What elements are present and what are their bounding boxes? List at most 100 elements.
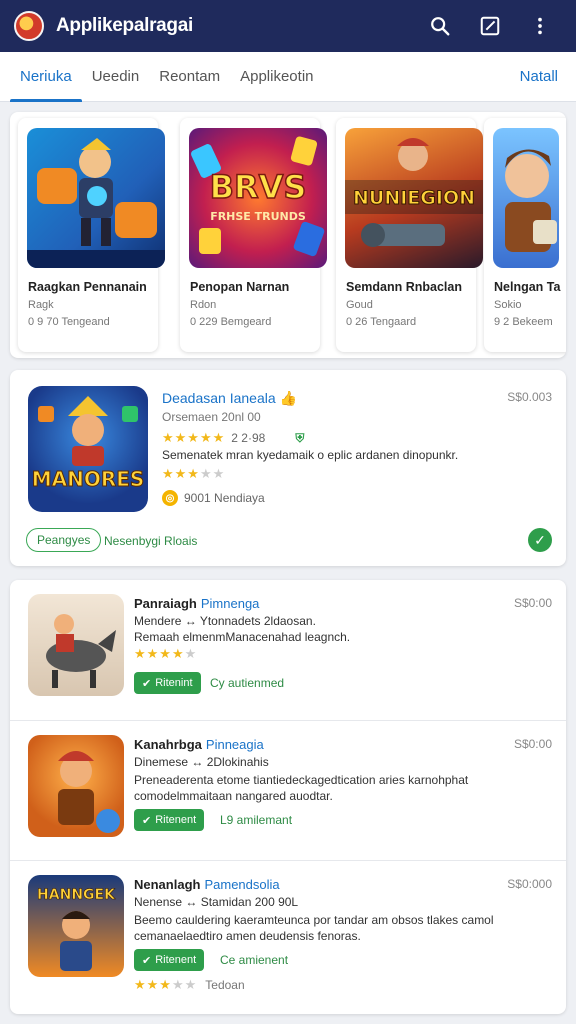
tab-apps[interactable]: Applikeotin <box>230 52 323 102</box>
check-icon: ✔ <box>142 814 152 827</box>
list-title: Kanahrbga Pinneagia <box>134 737 264 752</box>
list-rating-text: Tedoan <box>205 978 245 992</box>
list-developer: Pamendsolia <box>204 877 280 892</box>
featured-meta: 0 9 70 Tengeand <box>28 316 110 328</box>
hero-price: S$0.003 <box>507 390 552 404</box>
list-price: S$0:000 <box>507 877 552 891</box>
hero-coin-label: 9001 Nendiaya <box>184 491 265 505</box>
hero-coins: ◎ 9001 Nendiaya <box>162 490 265 506</box>
hero-chip[interactable]: Peangyes <box>26 528 102 552</box>
list-item[interactable]: HANNGEK Nenanlagh Pamendsolia S$0:000 Nen… <box>10 860 566 1010</box>
check-icon: ✔ <box>142 677 152 690</box>
game-artwork <box>28 735 124 837</box>
hero-description: Semenatek mran kyedamaik o eplic ardanen… <box>162 448 459 462</box>
star-rating-icon: ★★★★★ <box>134 977 198 992</box>
list-line: comodelmmaitaan nangared auodtar. <box>134 789 333 803</box>
list-line: Dinemese ↔ 2Dlokinahis <box>134 755 269 769</box>
list-title: Nenanlagh Pamendsolia <box>134 877 280 892</box>
install-button[interactable]: ✔ Ritenent <box>134 809 205 831</box>
badge-icon: ⛨ <box>295 430 305 445</box>
featured-meta: 0 26 Tengaard <box>346 316 417 328</box>
featured-card-1[interactable]: Raagkan Pennanain Ragk 0 9 70 Tengeand <box>18 118 165 352</box>
game-artwork: MANORES <box>28 386 148 512</box>
list-line: cemanaelaedtiro amen deudensis fenoras. <box>134 929 361 943</box>
app-list: Panraiagh Pimnenga S$0:00 Mendere ↔ Ytonn… <box>10 580 566 1014</box>
featured-name: Nelngan Ta <box>494 280 561 294</box>
game-artwork: BRVS FRHSE TRUNDS <box>189 128 327 268</box>
featured-meta: 0 229 Bemgeard <box>190 316 272 328</box>
list-line: Preneaderenta etome tiantiedeckagedticat… <box>134 773 469 787</box>
hero-title[interactable]: Deadasan Ianeala 👍 <box>162 390 297 407</box>
hero-rating: ★★★★★ 2 2·98 ⛨ <box>162 430 304 446</box>
list-developer: Pimnenga <box>200 596 260 611</box>
thumbs-up-icon: 👍 <box>279 390 297 406</box>
star-rating-icon: ★★★★★ <box>162 430 226 445</box>
hero-chip-text: Nesenbygi Rloais <box>104 534 198 548</box>
highlight-app-card[interactable]: MANORES Deadasan Ianeala 👍 S$0.003 Orsem… <box>10 370 566 566</box>
featured-sub: Sokio <box>494 299 522 311</box>
tab-second[interactable]: Ueedin <box>82 52 150 102</box>
featured-carousel[interactable]: Raagkan Pennanain Ragk 0 9 70 Tengeand B… <box>10 112 566 358</box>
list-rating: ★★★★★ Tedoan <box>134 977 245 993</box>
list-developer: Pinneagia <box>205 737 264 752</box>
featured-sub: Rdon <box>190 299 217 311</box>
check-icon: ✔ <box>142 954 152 967</box>
featured-name: Penopan Narnan <box>190 280 290 294</box>
star-rating-icon: ★★★★★ <box>134 646 198 661</box>
list-status: Ce amienent <box>220 953 289 967</box>
list-title: Panraiagh Pimnenga <box>134 596 259 611</box>
brvs-subtitle: FRHSE TRUNDS <box>210 210 306 223</box>
app-bar: Applikepalragai <box>0 0 576 52</box>
install-link[interactable]: Natall <box>520 68 566 85</box>
tab-bar: Neriuka Ueedin Reontam Applikeotin Natal… <box>0 52 576 102</box>
brvs-title: BRVS <box>210 168 307 206</box>
check-circle-icon[interactable]: ✓ <box>528 528 552 552</box>
hero-title-text: Deadasan Ianeala <box>162 390 276 406</box>
list-line: Remaah elmenmManacenahad leagnch. <box>134 630 351 644</box>
list-title-text: Panraiagh <box>134 596 197 611</box>
install-button[interactable]: ✔ Ritenent <box>134 949 205 971</box>
list-price: S$0:00 <box>513 596 552 610</box>
row-art-title: HANNGEK <box>37 887 116 903</box>
install-button-label: Ritenent <box>155 814 197 826</box>
featured-meta: 9 2 Bekeem <box>494 316 553 328</box>
app-logo <box>14 11 44 41</box>
featured-sub: Ragk <box>28 299 54 311</box>
list-item[interactable]: Panraiagh Pimnenga S$0:00 Mendere ↔ Ytonn… <box>10 580 566 720</box>
game-artwork <box>27 128 165 268</box>
featured-card-2[interactable]: BRVS FRHSE TRUNDS Penopan Narnan Rdon 0 … <box>180 118 327 352</box>
nunie-title: NUNIEGION <box>353 187 475 209</box>
list-line: Mendere ↔ Ytonnadets 2ldaosan. <box>134 614 316 628</box>
featured-card-3[interactable]: NUNIEGION Semdann Rnbaclan Goud 0 26 Ten… <box>336 118 483 352</box>
hero-rating-text: 2 2·98 <box>231 431 266 445</box>
list-title-text: Kanahrbga <box>134 737 202 752</box>
hero-subtitle: Orsemaen 20nl 00 <box>162 410 261 424</box>
game-artwork: HANNGEK <box>28 875 124 977</box>
install-button-label: Ritenint <box>155 677 193 689</box>
install-button[interactable]: ✔ Ritenint <box>134 672 201 694</box>
search-icon[interactable] <box>418 4 462 48</box>
list-line: Nenense ↔ Stamidan 200 90L <box>134 895 299 909</box>
featured-name: Raagkan Pennanain <box>28 280 147 294</box>
list-price: S$0:00 <box>513 737 552 751</box>
list-status: L9 amilemant <box>220 813 293 827</box>
star-rating-icon: ★★★★★ <box>162 466 226 481</box>
tab-featured[interactable]: Neriuka <box>10 52 82 102</box>
install-button-label: Ritenent <box>155 954 197 966</box>
more-vert-icon[interactable] <box>518 4 562 48</box>
game-artwork <box>28 594 124 696</box>
list-item[interactable]: Kanahrbga Pinneagia S$0:00 Dinemese ↔ 2Dl… <box>10 720 566 860</box>
game-artwork <box>493 128 559 268</box>
hero-art-title: MANORES <box>32 467 145 491</box>
tab-third[interactable]: Reontam <box>149 52 230 102</box>
featured-sub: Goud <box>346 299 373 311</box>
list-status: Cy autienmed <box>210 676 285 690</box>
list-line: Beemo cauldering kaeramteunca por tandar… <box>134 913 494 927</box>
featured-name: Semdann Rnbaclan <box>346 280 462 294</box>
edit-icon[interactable] <box>468 4 512 48</box>
list-title-text: Nenanlagh <box>134 877 201 892</box>
featured-card-4[interactable]: Nelngan Ta Sokio 9 2 Bekeem <box>484 118 566 352</box>
app-title: Applikepalragai <box>56 15 193 36</box>
coin-icon: ◎ <box>162 490 178 506</box>
game-artwork: NUNIEGION <box>345 128 483 268</box>
